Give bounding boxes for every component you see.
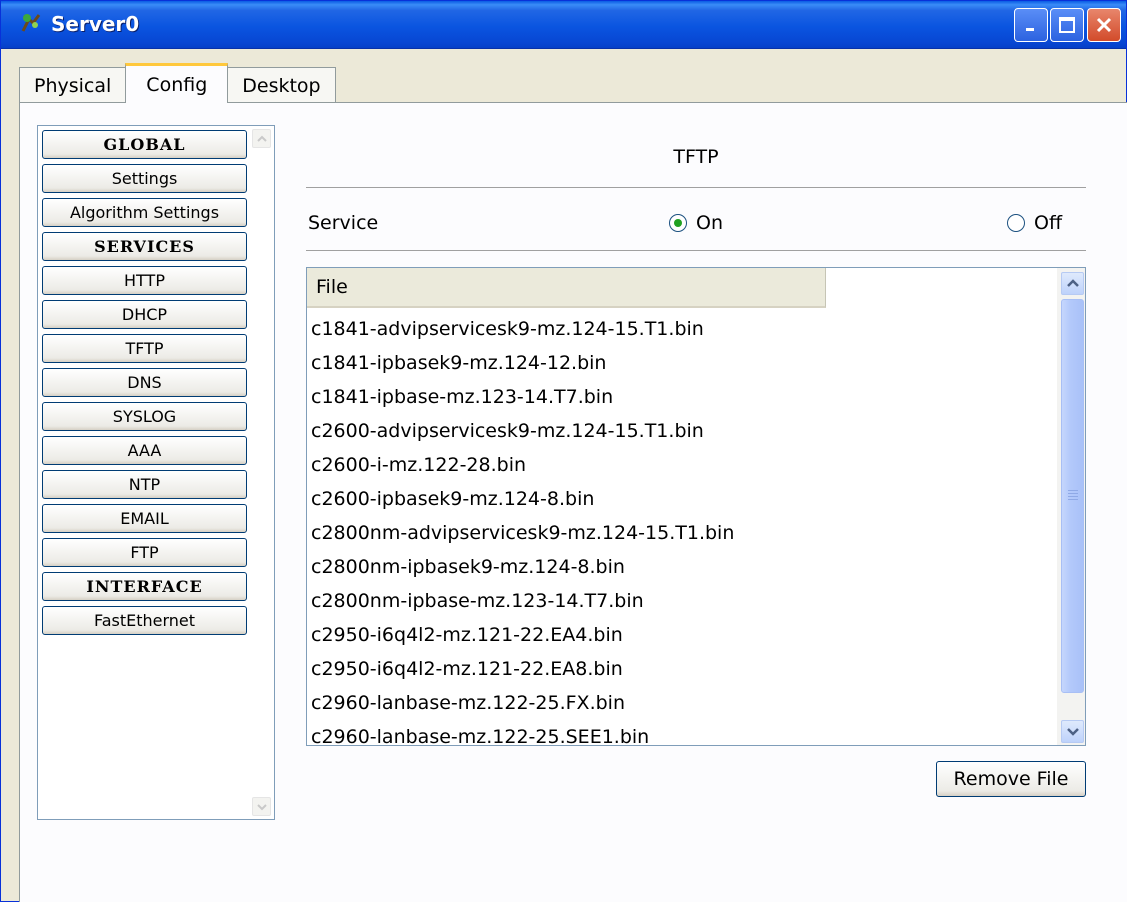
chevron-down-icon	[1066, 728, 1079, 736]
nav-item-syslog[interactable]: SYSLOG	[42, 402, 247, 431]
chevron-up-icon	[256, 135, 267, 142]
grip-icon	[1068, 490, 1078, 502]
table-row[interactable]: c2960-lanbase-mz.122-25.FX.bin	[307, 686, 1057, 720]
service-divider	[306, 250, 1086, 251]
remove-file-button[interactable]: Remove File	[936, 761, 1086, 797]
service-label: Service	[308, 212, 379, 234]
radio-unselected-icon	[1007, 214, 1025, 232]
chevron-down-icon	[256, 803, 267, 810]
minimize-button[interactable]	[1014, 8, 1048, 42]
tab-strip: Physical Config Desktop	[19, 63, 336, 103]
nav-item-http[interactable]: HTTP	[42, 266, 247, 295]
nav-item-dhcp[interactable]: DHCP	[42, 300, 247, 329]
nav-item-ftp[interactable]: FTP	[42, 538, 247, 567]
table-row[interactable]: c2600-i-mz.122-28.bin	[307, 448, 1057, 482]
title-divider	[306, 187, 1086, 188]
service-off-label: Off	[1034, 212, 1063, 234]
server-app-icon	[21, 14, 41, 32]
table-row[interactable]: c2800nm-advipservicesk9-mz.124-15.T1.bin	[307, 516, 1057, 550]
file-scroll-thumb[interactable]	[1061, 299, 1084, 693]
maximize-button[interactable]	[1050, 8, 1084, 42]
service-off-radio[interactable]: Off	[1007, 212, 1062, 234]
file-list-scrollbar[interactable]	[1057, 268, 1085, 745]
tftp-file-table[interactable]: File c1841-advipservicesk9-mz.124-15.T1.…	[306, 267, 1086, 746]
tab-desktop[interactable]: Desktop	[227, 67, 336, 103]
table-row[interactable]: c2600-ipbasek9-mz.124-8.bin	[307, 482, 1057, 516]
nav-header-interface[interactable]: INTERFACE	[42, 572, 247, 601]
nav-item-ntp[interactable]: NTP	[42, 470, 247, 499]
title-bar[interactable]: Server0	[1, 1, 1126, 49]
service-on-radio[interactable]: On	[669, 212, 723, 234]
file-column-header[interactable]: File	[307, 268, 826, 308]
window-title: Server0	[51, 12, 140, 36]
tftp-title: TFTP	[673, 146, 719, 168]
nav-item-dns[interactable]: DNS	[42, 368, 247, 397]
table-row[interactable]: c1841-ipbasek9-mz.124-12.bin	[307, 346, 1057, 380]
chevron-up-icon	[1066, 279, 1079, 287]
server0-window: Server0 Physical Config Desktop GLOBAL S…	[0, 0, 1127, 902]
close-icon	[1096, 17, 1112, 33]
service-on-label: On	[696, 212, 723, 234]
nav-item-algorithm-settings[interactable]: Algorithm Settings	[42, 198, 247, 227]
file-scroll-up-button[interactable]	[1061, 272, 1084, 295]
table-row[interactable]: c2960-lanbase-mz.122-25.SEE1.bin	[307, 720, 1057, 745]
tab-physical[interactable]: Physical	[19, 67, 127, 103]
file-rows: c1841-advipservicesk9-mz.124-15.T1.bin c…	[307, 312, 1057, 745]
nav-header-global[interactable]: GLOBAL	[42, 130, 247, 159]
table-row[interactable]: c2950-i6q4l2-mz.121-22.EA4.bin	[307, 618, 1057, 652]
maximize-icon	[1059, 17, 1075, 33]
nav-scrollbar[interactable]	[252, 129, 271, 816]
nav-item-tftp[interactable]: TFTP	[42, 334, 247, 363]
nav-item-fastethernet[interactable]: FastEthernet	[42, 606, 247, 635]
table-row[interactable]: c2800nm-ipbase-mz.123-14.T7.bin	[307, 584, 1057, 618]
nav-header-services[interactable]: SERVICES	[42, 232, 247, 261]
nav-item-settings[interactable]: Settings	[42, 164, 247, 193]
table-row[interactable]: c2950-i6q4l2-mz.121-22.EA8.bin	[307, 652, 1057, 686]
nav-item-aaa[interactable]: AAA	[42, 436, 247, 465]
tab-config[interactable]: Config	[125, 63, 229, 103]
config-nav-list: GLOBAL Settings Algorithm Settings SERVI…	[37, 125, 275, 820]
nav-item-email[interactable]: EMAIL	[42, 504, 247, 533]
file-scroll-down-button[interactable]	[1061, 720, 1084, 743]
close-button[interactable]	[1087, 8, 1121, 42]
table-row[interactable]: c1841-ipbase-mz.123-14.T7.bin	[307, 380, 1057, 414]
radio-selected-icon	[669, 214, 687, 232]
table-row[interactable]: c2600-advipservicesk9-mz.124-15.T1.bin	[307, 414, 1057, 448]
table-row[interactable]: c1841-advipservicesk9-mz.124-15.T1.bin	[307, 312, 1057, 346]
table-row[interactable]: c2800nm-ipbasek9-mz.124-8.bin	[307, 550, 1057, 584]
nav-scroll-up-button[interactable]	[252, 129, 271, 148]
minimize-icon	[1026, 28, 1034, 31]
nav-scroll-down-button[interactable]	[252, 797, 271, 816]
